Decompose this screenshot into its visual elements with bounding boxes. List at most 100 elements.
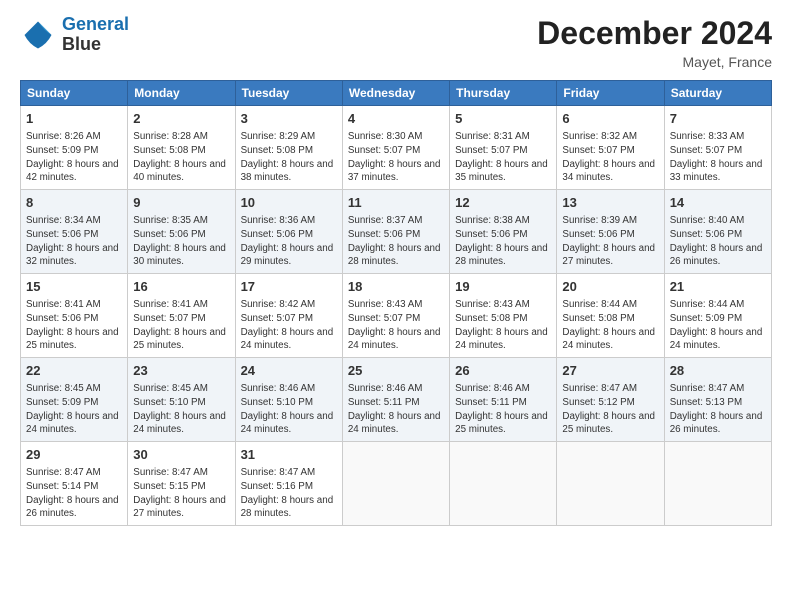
day-info: Sunrise: 8:29 AMSunset: 5:08 PMDaylight:… [241,130,337,185]
calendar-cell [557,442,664,526]
weekday-header-friday: Friday [557,81,664,106]
title-block: December 2024 Mayet, France [537,15,772,70]
calendar-cell: 19 Sunrise: 8:43 AMSunset: 5:08 PMDayligh… [450,274,557,358]
day-info: Sunrise: 8:45 AMSunset: 5:10 PMDaylight:… [133,382,229,437]
day-info: Sunrise: 8:35 AMSunset: 5:06 PMDaylight:… [133,214,229,269]
day-info: Sunrise: 8:26 AMSunset: 5:09 PMDaylight:… [26,130,122,185]
day-info: Sunrise: 8:42 AMSunset: 5:07 PMDaylight:… [241,298,337,353]
calendar-cell: 26 Sunrise: 8:46 AMSunset: 5:11 PMDayligh… [450,358,557,442]
day-number: 19 [455,278,551,296]
day-number: 26 [455,362,551,380]
day-info: Sunrise: 8:47 AMSunset: 5:14 PMDaylight:… [26,466,122,521]
calendar-cell [664,442,771,526]
day-number: 18 [348,278,444,296]
calendar-cell: 23 Sunrise: 8:45 AMSunset: 5:10 PMDayligh… [128,358,235,442]
day-info: Sunrise: 8:47 AMSunset: 5:13 PMDaylight:… [670,382,766,437]
logo-text: General Blue [62,15,129,55]
day-number: 12 [455,194,551,212]
day-info: Sunrise: 8:31 AMSunset: 5:07 PMDaylight:… [455,130,551,185]
day-info: Sunrise: 8:30 AMSunset: 5:07 PMDaylight:… [348,130,444,185]
calendar-cell: 11 Sunrise: 8:37 AMSunset: 5:06 PMDayligh… [342,190,449,274]
calendar-cell: 6 Sunrise: 8:32 AMSunset: 5:07 PMDaylight… [557,106,664,190]
day-number: 30 [133,446,229,464]
calendar-cell: 3 Sunrise: 8:29 AMSunset: 5:08 PMDaylight… [235,106,342,190]
day-number: 14 [670,194,766,212]
calendar-cell [450,442,557,526]
calendar-cell: 17 Sunrise: 8:42 AMSunset: 5:07 PMDayligh… [235,274,342,358]
weekday-header-tuesday: Tuesday [235,81,342,106]
calendar-cell: 18 Sunrise: 8:43 AMSunset: 5:07 PMDayligh… [342,274,449,358]
month-title: December 2024 [537,15,772,52]
calendar-cell: 10 Sunrise: 8:36 AMSunset: 5:06 PMDayligh… [235,190,342,274]
day-info: Sunrise: 8:37 AMSunset: 5:06 PMDaylight:… [348,214,444,269]
day-info: Sunrise: 8:39 AMSunset: 5:06 PMDaylight:… [562,214,658,269]
calendar-cell: 24 Sunrise: 8:46 AMSunset: 5:10 PMDayligh… [235,358,342,442]
day-number: 27 [562,362,658,380]
day-info: Sunrise: 8:44 AMSunset: 5:08 PMDaylight:… [562,298,658,353]
location: Mayet, France [537,54,772,70]
day-info: Sunrise: 8:46 AMSunset: 5:11 PMDaylight:… [455,382,551,437]
day-number: 9 [133,194,229,212]
page: General Blue December 2024 Mayet, France… [0,0,792,612]
weekday-header-saturday: Saturday [664,81,771,106]
day-number: 10 [241,194,337,212]
day-number: 22 [26,362,122,380]
day-info: Sunrise: 8:38 AMSunset: 5:06 PMDaylight:… [455,214,551,269]
calendar-cell: 31Sunrise: 8:47 AMSunset: 5:16 PMDayligh… [235,442,342,526]
day-number: 16 [133,278,229,296]
calendar-cell: 13 Sunrise: 8:39 AMSunset: 5:06 PMDayligh… [557,190,664,274]
weekday-header-sunday: Sunday [21,81,128,106]
day-info: Sunrise: 8:47 AMSunset: 5:16 PMDaylight:… [241,466,337,521]
weekday-header-thursday: Thursday [450,81,557,106]
day-info: Sunrise: 8:47 AMSunset: 5:15 PMDaylight:… [133,466,229,521]
calendar-cell [342,442,449,526]
calendar-cell: 15 Sunrise: 8:41 AMSunset: 5:06 PMDayligh… [21,274,128,358]
day-info: Sunrise: 8:40 AMSunset: 5:06 PMDaylight:… [670,214,766,269]
day-info: Sunrise: 8:46 AMSunset: 5:11 PMDaylight:… [348,382,444,437]
day-number: 24 [241,362,337,380]
calendar-cell: 4 Sunrise: 8:30 AMSunset: 5:07 PMDaylight… [342,106,449,190]
logo-icon [20,17,56,53]
day-number: 17 [241,278,337,296]
day-info: Sunrise: 8:46 AMSunset: 5:10 PMDaylight:… [241,382,337,437]
day-info: Sunrise: 8:41 AMSunset: 5:07 PMDaylight:… [133,298,229,353]
day-info: Sunrise: 8:43 AMSunset: 5:08 PMDaylight:… [455,298,551,353]
header: General Blue December 2024 Mayet, France [20,15,772,70]
weekday-header-monday: Monday [128,81,235,106]
day-number: 6 [562,110,658,128]
day-number: 11 [348,194,444,212]
day-number: 25 [348,362,444,380]
day-number: 4 [348,110,444,128]
calendar-cell: 9 Sunrise: 8:35 AMSunset: 5:06 PMDaylight… [128,190,235,274]
calendar-cell: 30 Sunrise: 8:47 AMSunset: 5:15 PMDayligh… [128,442,235,526]
day-number: 21 [670,278,766,296]
calendar-cell: 20 Sunrise: 8:44 AMSunset: 5:08 PMDayligh… [557,274,664,358]
calendar-cell: 27Sunrise: 8:47 AMSunset: 5:12 PMDayligh… [557,358,664,442]
day-info: Sunrise: 8:34 AMSunset: 5:06 PMDaylight:… [26,214,122,269]
day-number: 8 [26,194,122,212]
calendar-table: SundayMondayTuesdayWednesdayThursdayFrid… [20,80,772,526]
calendar-cell: 16 Sunrise: 8:41 AMSunset: 5:07 PMDayligh… [128,274,235,358]
day-number: 2 [133,110,229,128]
day-number: 3 [241,110,337,128]
calendar-cell: 1 Sunrise: 8:26 AMSunset: 5:09 PMDaylight… [21,106,128,190]
weekday-header-wednesday: Wednesday [342,81,449,106]
day-info: Sunrise: 8:36 AMSunset: 5:06 PMDaylight:… [241,214,337,269]
calendar-cell: 25 Sunrise: 8:46 AMSunset: 5:11 PMDayligh… [342,358,449,442]
calendar-cell: 5Sunrise: 8:31 AMSunset: 5:07 PMDaylight… [450,106,557,190]
day-number: 13 [562,194,658,212]
day-number: 20 [562,278,658,296]
calendar-cell: 29Sunrise: 8:47 AMSunset: 5:14 PMDayligh… [21,442,128,526]
day-info: Sunrise: 8:41 AMSunset: 5:06 PMDaylight:… [26,298,122,353]
logo: General Blue [20,15,129,55]
day-number: 7 [670,110,766,128]
day-number: 1 [26,110,122,128]
day-number: 15 [26,278,122,296]
day-info: Sunrise: 8:32 AMSunset: 5:07 PMDaylight:… [562,130,658,185]
day-info: Sunrise: 8:43 AMSunset: 5:07 PMDaylight:… [348,298,444,353]
calendar-cell: 21Sunrise: 8:44 AMSunset: 5:09 PMDayligh… [664,274,771,358]
day-info: Sunrise: 8:33 AMSunset: 5:07 PMDaylight:… [670,130,766,185]
calendar-cell: 12 Sunrise: 8:38 AMSunset: 5:06 PMDayligh… [450,190,557,274]
day-number: 23 [133,362,229,380]
calendar-cell: 28Sunrise: 8:47 AMSunset: 5:13 PMDayligh… [664,358,771,442]
